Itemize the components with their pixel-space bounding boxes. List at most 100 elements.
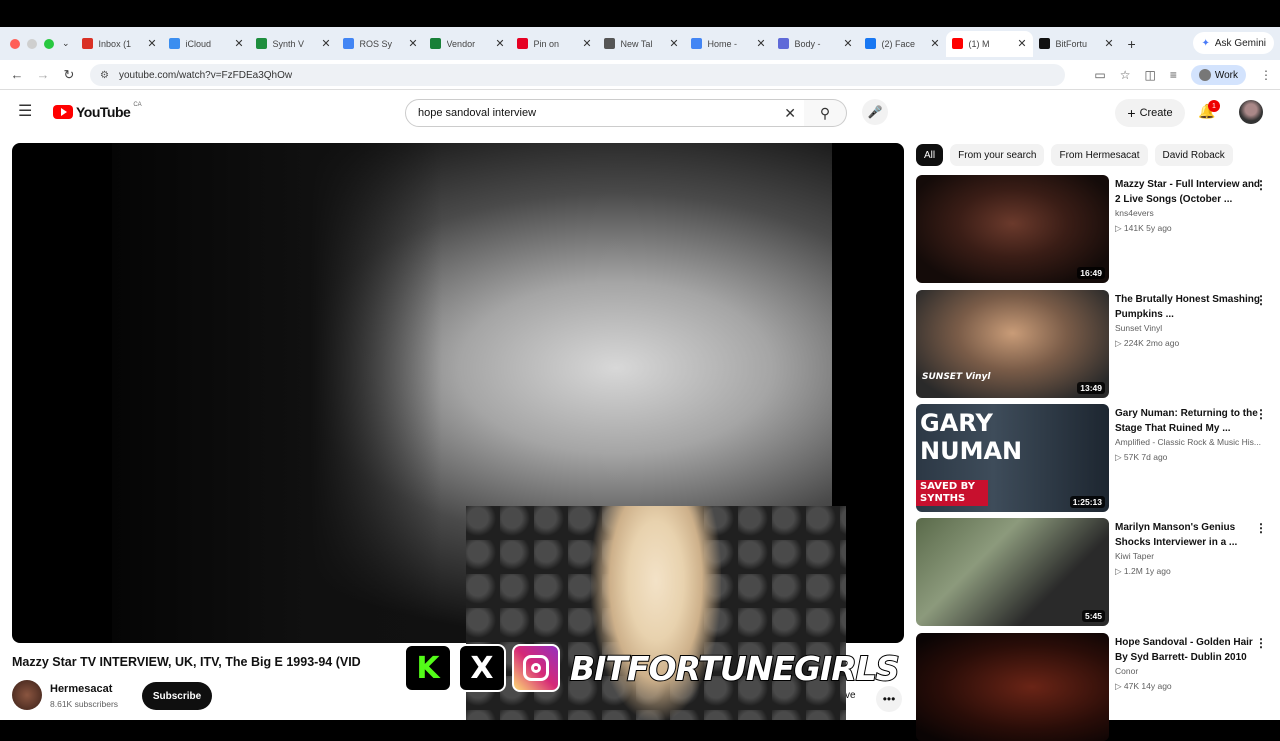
video-thumbnail[interactable]: 16:49 — [916, 175, 1109, 283]
recommendation-channel[interactable]: Conor — [1115, 666, 1270, 676]
browser-tab[interactable]: ROS Sy ✕ — [337, 31, 424, 57]
video-thumbnail[interactable]: GARY NUMAN SAVED BY SYNTHS 1:25:13 — [916, 404, 1109, 512]
tab-close-icon[interactable]: ✕ — [234, 37, 243, 50]
tab-close-icon[interactable]: ✕ — [1017, 37, 1026, 50]
browser-tab[interactable]: Body - ✕ — [772, 31, 859, 57]
channel-avatar[interactable] — [12, 680, 42, 710]
thumbnail-text: SUNSET Vinyl — [922, 372, 991, 382]
video-thumbnail[interactable] — [916, 633, 1109, 741]
upload-age: 1y ago — [1145, 566, 1171, 576]
tab-close-icon[interactable]: ✕ — [408, 37, 417, 50]
recommendation-item[interactable]: Hope Sandoval - Golden Hair By Syd Barre… — [916, 633, 1272, 741]
recommendation-channel[interactable]: Amplified - Classic Rock & Music His... — [1115, 437, 1270, 447]
recommendation-item[interactable]: GARY NUMAN SAVED BY SYNTHS 1:25:13 Gary Numa… — [916, 404, 1272, 512]
filter-chip[interactable]: All — [916, 144, 944, 166]
browser-tab[interactable]: Vendor ✕ — [424, 31, 511, 57]
voice-search-button[interactable]: 🎤 — [862, 99, 888, 125]
recommendation-item[interactable]: SUNSET Vinyl 13:49 The Brutally Honest Sma… — [916, 290, 1272, 398]
site-info-icon[interactable]: ⚙ — [100, 70, 109, 81]
more-options-icon[interactable]: ⋮ — [1255, 178, 1267, 192]
recommendation-title[interactable]: Mazzy Star - Full Interview and 2 Live S… — [1115, 177, 1267, 207]
tab-close-icon[interactable]: ✕ — [930, 37, 939, 50]
tab-close-icon[interactable]: ✕ — [321, 37, 330, 50]
ask-gemini-button[interactable]: ✦ Ask Gemini — [1193, 32, 1274, 54]
filter-chip[interactable]: From Hermesacat — [1051, 144, 1148, 166]
recommendation-title[interactable]: Gary Numan: Returning to the Stage That … — [1115, 406, 1267, 436]
browser-tab[interactable]: Inbox (1 ✕ — [76, 31, 163, 57]
bookmark-star-icon[interactable]: ☆ — [1120, 68, 1131, 82]
more-options-icon[interactable]: ⋮ — [1255, 293, 1267, 307]
instagram-lens — [531, 663, 541, 673]
tab-label: Home - — [707, 38, 738, 49]
browser-tab[interactable]: (1) M ✕ — [945, 30, 1033, 57]
clear-search-icon[interactable]: ✕ — [784, 105, 796, 122]
recommendation-title[interactable]: Marilyn Manson's Genius Shocks Interview… — [1115, 520, 1267, 550]
recommendation-title[interactable]: The Brutally Honest Smashing Pumpkins ..… — [1115, 292, 1267, 322]
browser-tab[interactable]: BitFortu ✕ — [1033, 31, 1120, 57]
zoom-window-button[interactable] — [44, 38, 54, 49]
tab-search-chevron-icon[interactable]: ⌄ — [62, 38, 70, 49]
more-options-icon[interactable]: ⋮ — [1255, 636, 1267, 650]
youtube-logo-text: YouTube — [76, 104, 131, 120]
video-thumbnail[interactable]: SUNSET Vinyl 13:49 — [916, 290, 1109, 398]
tab-close-icon[interactable]: ✕ — [843, 37, 852, 50]
filter-chip[interactable]: David Roback — [1154, 144, 1233, 166]
tab-label: iCloud — [185, 38, 212, 49]
video-duration: 1:25:13 — [1069, 496, 1105, 508]
create-button[interactable]: + Create — [1115, 99, 1185, 127]
tab-favicon-icon — [342, 38, 354, 49]
youtube-logo[interactable]: YouTube CA — [53, 102, 142, 120]
tab-close-icon[interactable]: ✕ — [756, 37, 765, 50]
more-options-icon[interactable]: ⋮ — [1255, 521, 1267, 535]
views-play-icon: ▷ — [1115, 681, 1124, 691]
new-tab-button[interactable]: + — [1120, 36, 1144, 52]
browser-menu-icon[interactable]: ⋮ — [1260, 68, 1272, 82]
tab-close-icon[interactable]: ✕ — [582, 37, 591, 50]
extensions-icon[interactable]: ◫ — [1144, 68, 1155, 82]
recommendation-title[interactable]: Hope Sandoval - Golden Hair By Syd Barre… — [1115, 635, 1267, 665]
reading-list-icon[interactable]: ≡ — [1170, 68, 1177, 82]
video-thumbnail[interactable]: 5:45 — [916, 518, 1109, 626]
search-button[interactable]: ⚲ — [804, 99, 847, 127]
back-icon[interactable]: ← — [4, 67, 30, 82]
recommendation-channel[interactable]: Kiwi Taper — [1115, 551, 1270, 561]
recommendation-item[interactable]: 16:49 Mazzy Star - Full Interview and 2 L… — [916, 175, 1272, 283]
instagram-icon — [512, 644, 560, 692]
tab-close-icon[interactable]: ✕ — [669, 37, 678, 50]
recommendation-item[interactable]: 5:45 Marilyn Manson's Genius Shocks Inter… — [916, 518, 1272, 626]
account-avatar[interactable] — [1239, 100, 1263, 124]
tab-label: Inbox (1 — [98, 38, 132, 49]
menu-hamburger-icon[interactable]: ☰ — [18, 104, 34, 120]
minimize-window-button[interactable] — [27, 38, 37, 49]
forward-icon[interactable]: → — [30, 67, 56, 82]
upload-age: 5y ago — [1146, 223, 1172, 233]
recommendation-channel[interactable]: kns4evers — [1115, 208, 1270, 218]
search-input[interactable]: hope sandoval interview ✕ — [405, 99, 805, 127]
x-icon: X — [458, 644, 506, 692]
video-duration: 5:45 — [1081, 610, 1105, 622]
reload-icon[interactable]: ↻ — [56, 67, 82, 83]
profile-button[interactable]: Work — [1190, 65, 1246, 85]
cast-icon[interactable]: ▭ — [1094, 68, 1105, 82]
more-options-icon[interactable]: ⋮ — [1255, 407, 1267, 421]
filter-chips: All From your search From Hermesacat David … — [916, 144, 1233, 166]
subscribe-button[interactable]: Subscribe — [142, 682, 212, 710]
browser-tab[interactable]: Pin on ✕ — [511, 31, 598, 57]
tab-close-icon[interactable]: ✕ — [147, 37, 156, 50]
browser-tab[interactable]: iCloud ✕ — [163, 31, 250, 57]
filter-chip[interactable]: From your search — [950, 144, 1045, 166]
tab-close-icon[interactable]: ✕ — [495, 37, 504, 50]
browser-tab[interactable]: Synth V ✕ — [250, 31, 337, 57]
recommendation-channel[interactable]: Sunset Vinyl — [1115, 323, 1270, 333]
close-window-button[interactable] — [10, 38, 20, 49]
browser-tab[interactable]: New Tal ✕ — [598, 31, 685, 57]
browser-tab[interactable]: Home - ✕ — [685, 31, 772, 57]
country-code: CA — [133, 102, 142, 108]
channel-name[interactable]: Hermesacat — [50, 683, 112, 695]
tab-label: (1) M — [968, 38, 990, 49]
brand-handle: BITFORTUNEGIRLS — [569, 648, 901, 689]
url-field[interactable]: ⚙ youtube.com/watch?v=FzFDEa3QhOw — [90, 64, 1065, 86]
browser-tab-strip: ⌄ Inbox (1 ✕ iCloud ✕ Synth V ✕ ROS Sy ✕ Vendor ✕… — [0, 27, 1280, 60]
browser-tab[interactable]: (2) Face ✕ — [859, 31, 946, 57]
tab-close-icon[interactable]: ✕ — [1104, 37, 1113, 50]
